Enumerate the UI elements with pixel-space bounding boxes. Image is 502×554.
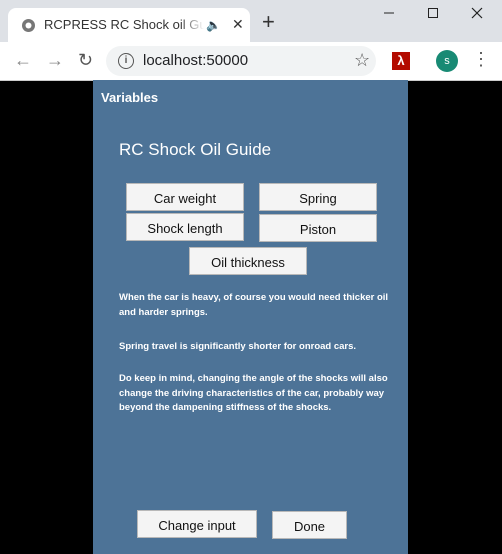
browser-toolbar: ← → ↻ i localhost:50000 ☆ λ s ⋮ (0, 42, 502, 81)
spring-button[interactable]: Spring (259, 183, 377, 211)
minimize-icon[interactable] (366, 6, 412, 28)
car-weight-button[interactable]: Car weight (126, 183, 244, 211)
close-window-icon[interactable] (454, 6, 500, 28)
browser-titlebar: RCPRESS RC Shock oil Guide 🔈 ✕ + (0, 0, 502, 42)
section-label: Variables (101, 90, 159, 105)
tab-close-icon[interactable]: ✕ (232, 16, 244, 33)
maximize-icon[interactable] (410, 6, 456, 28)
tab-title: RCPRESS RC Shock oil Guide (44, 17, 204, 32)
page-favicon-icon (21, 18, 36, 33)
app-panel: Variables RC Shock Oil Guide Car weight … (93, 80, 408, 554)
oil-thickness-button[interactable]: Oil thickness (189, 247, 307, 275)
address-bar[interactable]: i localhost:50000 ☆ (106, 46, 376, 76)
profile-avatar[interactable]: s (436, 50, 458, 72)
browser-menu-icon[interactable]: ⋮ (472, 50, 490, 68)
info-message-travel: Spring travel is significantly shorter f… (119, 341, 357, 352)
forward-arrow-icon[interactable]: → (46, 51, 64, 69)
change-input-button[interactable]: Change input (137, 510, 257, 538)
url-text[interactable]: localhost:50000 (143, 52, 248, 69)
site-info-icon[interactable]: i (118, 53, 134, 69)
done-button[interactable]: Done (272, 511, 347, 539)
shock-length-button[interactable]: Shock length (126, 213, 244, 241)
pdf-extension-icon[interactable]: λ (392, 52, 410, 70)
info-message-weight: When the car is heavy, of course you wou… (119, 292, 389, 318)
audio-playing-icon[interactable]: 🔈 (206, 18, 221, 32)
new-tab-icon[interactable]: + (262, 11, 275, 33)
page-title: RC Shock Oil Guide (119, 140, 272, 159)
piston-button[interactable]: Piston (259, 214, 377, 242)
back-arrow-icon[interactable]: ← (14, 51, 32, 69)
reload-icon[interactable]: ↻ (78, 51, 93, 69)
info-message-angle: Do keep in mind, changing the angle of t… (119, 373, 388, 413)
browser-tab[interactable]: RCPRESS RC Shock oil Guide 🔈 ✕ (8, 8, 250, 42)
bookmark-star-icon[interactable]: ☆ (354, 50, 370, 71)
